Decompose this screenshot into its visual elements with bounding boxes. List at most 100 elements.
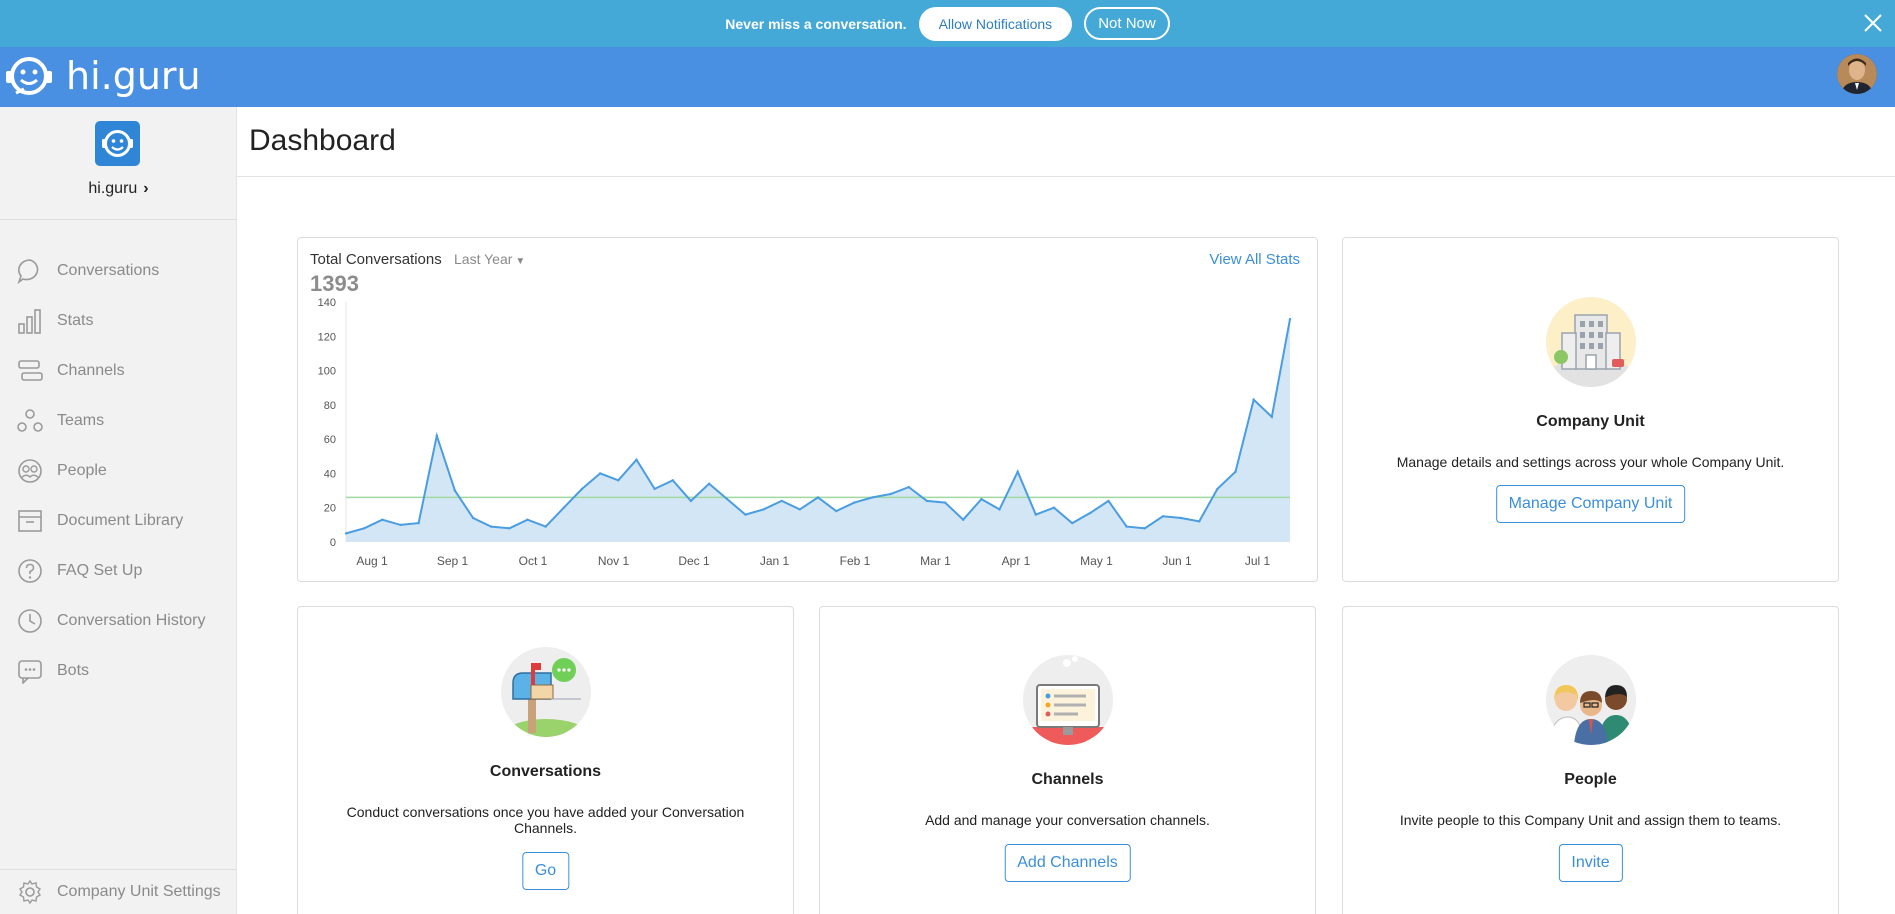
- history-icon: [16, 607, 44, 635]
- data-point: [707, 482, 711, 485]
- building-illustration-icon: [1545, 297, 1636, 387]
- org-logo-icon: [95, 121, 140, 166]
- org-switcher[interactable]: hi.guru ›: [0, 107, 236, 220]
- x-tick-label: May 1: [1080, 554, 1113, 568]
- org-name-label: hi.guru: [88, 180, 138, 197]
- range-dropdown[interactable]: Last Year ▼: [454, 251, 525, 267]
- add-channels-button[interactable]: Add Channels: [1004, 844, 1131, 882]
- go-button[interactable]: Go: [521, 852, 570, 890]
- card-title: Channels: [1031, 771, 1104, 788]
- x-tick-label: Feb 1: [840, 554, 871, 568]
- sidebar-item-teams[interactable]: Teams: [0, 401, 236, 441]
- card-description: Conduct conversations once you have adde…: [346, 804, 745, 836]
- notification-bar: Never miss a conversation. Allow Notific…: [0, 0, 1895, 47]
- manage-company-unit-button[interactable]: Manage Company Unit: [1495, 485, 1686, 523]
- data-point: [544, 525, 547, 528]
- data-point: [980, 497, 983, 501]
- bot-icon: [16, 657, 44, 685]
- data-point: [508, 527, 511, 530]
- data-point: [907, 485, 910, 489]
- sidebar-item-label: Bots: [57, 662, 90, 679]
- chart-title: Total Conversations: [310, 251, 442, 268]
- view-all-stats-link[interactable]: View All Stats: [1209, 251, 1300, 268]
- org-name: hi.guru ›: [0, 180, 237, 198]
- gear-icon: [16, 878, 44, 906]
- app-logo[interactable]: hi.guru: [4, 53, 201, 99]
- sidebar-item-channels[interactable]: Channels: [0, 351, 236, 391]
- series-area: [346, 319, 1290, 542]
- sidebar-item-label: Conversations: [57, 262, 160, 279]
- allow-notifications-button[interactable]: Allow Notifications: [918, 6, 1073, 41]
- sidebar-item-bots[interactable]: Bots: [0, 651, 236, 691]
- sidebar-item-label: Teams: [57, 412, 105, 429]
- data-point: [1071, 521, 1074, 525]
- sidebar-item-faq-set-up[interactable]: FAQ Set Up: [0, 551, 236, 591]
- sidebar-item-stats[interactable]: Stats: [0, 301, 236, 341]
- channels-icon: [16, 357, 44, 385]
- channels-card: Channels Add and manage your conversatio…: [819, 606, 1316, 914]
- y-tick-label: 60: [324, 434, 336, 446]
- data-point: [889, 492, 892, 496]
- logo-text: hi.guru: [66, 54, 201, 98]
- data-point: [689, 499, 693, 503]
- data-point: [399, 523, 402, 527]
- data-point: [1052, 506, 1056, 509]
- data-point: [798, 508, 801, 511]
- data-point: [925, 499, 929, 503]
- x-tick-label: Aug 1: [356, 554, 388, 568]
- card-title: Conversations: [489, 763, 602, 780]
- company-unit-card: Company Unit Manage details and settings…: [1342, 237, 1839, 582]
- x-tick-label: Jun 1: [1162, 554, 1192, 568]
- question-icon: [16, 557, 44, 585]
- sidebar-item-conversation-history[interactable]: Conversation History: [0, 601, 236, 641]
- data-point: [526, 518, 529, 521]
- caret-down-icon: ▼: [515, 256, 526, 267]
- data-point: [744, 513, 747, 516]
- data-point: [853, 501, 856, 504]
- data-point: [653, 487, 656, 491]
- sidebar-item-document-library[interactable]: Document Library: [0, 501, 236, 541]
- close-icon[interactable]: [1861, 11, 1885, 35]
- data-point: [1198, 520, 1201, 523]
- data-point: [580, 487, 584, 491]
- sidebar-item-label: Document Library: [57, 512, 184, 529]
- data-point: [617, 479, 620, 482]
- mailbox-illustration-icon: [500, 647, 591, 737]
- data-point: [998, 508, 1001, 511]
- user-photo-icon: [1837, 54, 1877, 94]
- data-point: [1034, 513, 1037, 516]
- data-point: [1016, 470, 1019, 473]
- company-unit-settings-link[interactable]: Company Unit Settings: [0, 869, 236, 914]
- data-point: [871, 496, 874, 499]
- data-point: [780, 499, 783, 503]
- data-point: [635, 458, 638, 461]
- total-conversations-card: Total Conversations Last Year ▼ View All …: [297, 237, 1318, 582]
- bar-chart-icon: [16, 307, 44, 335]
- range-label: Last Year: [454, 251, 513, 267]
- data-point: [1252, 398, 1255, 401]
- data-point: [490, 525, 493, 528]
- card-description: Manage details and settings across your …: [1396, 454, 1785, 470]
- data-point: [453, 489, 457, 492]
- sidebar-item-label: Channels: [57, 362, 125, 379]
- card-description: Add and manage your conversation channel…: [925, 812, 1210, 828]
- people-illustration-icon: [1545, 655, 1636, 745]
- not-now-button[interactable]: Not Now: [1084, 7, 1170, 40]
- app-header: hi.guru: [0, 47, 1895, 107]
- x-tick-label: Jan 1: [760, 554, 790, 568]
- chevron-right-icon: ›: [143, 180, 149, 197]
- data-point: [471, 516, 475, 520]
- monitor-illustration-icon: [1022, 655, 1113, 745]
- data-point: [1161, 515, 1165, 518]
- sidebar-item-label: Conversation History: [57, 612, 206, 629]
- x-tick-label: Dec 1: [678, 554, 710, 568]
- sidebar-item-people[interactable]: People: [0, 451, 236, 491]
- user-avatar[interactable]: [1837, 54, 1877, 94]
- y-tick-label: 100: [318, 366, 336, 378]
- x-tick-label: Sep 1: [437, 554, 469, 568]
- conversations-card: Conversations Conduct conversations once…: [297, 606, 794, 914]
- data-point: [762, 508, 765, 511]
- data-point: [1216, 487, 1219, 491]
- invite-button[interactable]: Invite: [1558, 844, 1623, 882]
- sidebar-item-conversations[interactable]: Conversations: [0, 251, 236, 291]
